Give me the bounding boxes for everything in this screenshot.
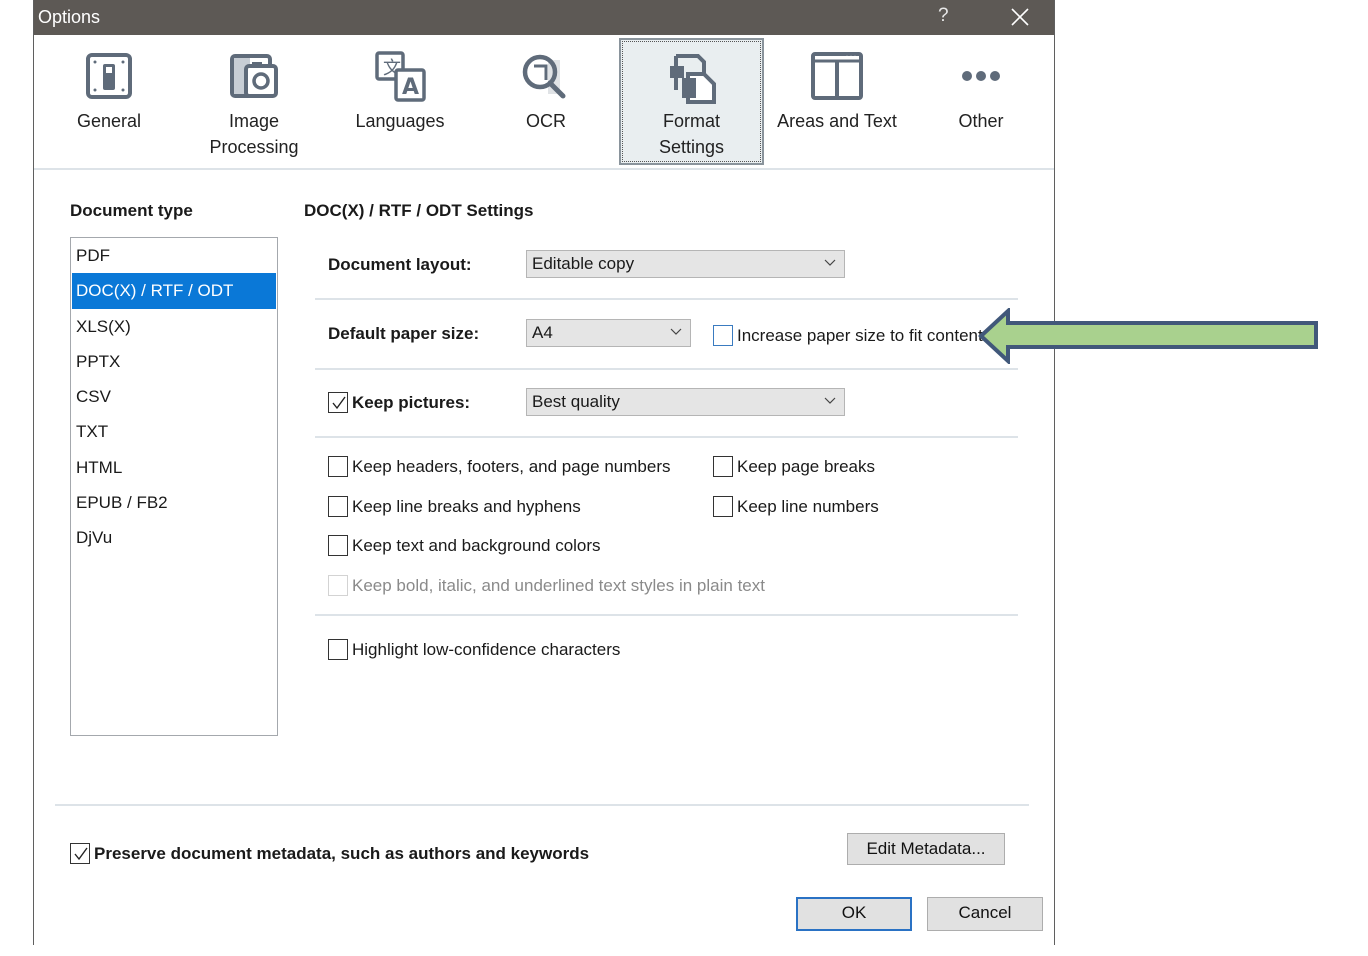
ocr-magnifier-icon bbox=[522, 54, 566, 99]
tab-ocr[interactable]: OCR bbox=[484, 38, 608, 165]
preserve-metadata-checkbox[interactable]: Preserve document metadata, such as auth… bbox=[70, 843, 589, 864]
translate-icon: 文 A bbox=[375, 51, 426, 102]
columns-layout-icon bbox=[811, 52, 863, 100]
checkbox-box[interactable] bbox=[713, 325, 733, 346]
option-label: Keep bold, italic, and underlined text s… bbox=[352, 575, 765, 595]
option-label: Keep line numbers bbox=[737, 496, 879, 516]
window-title: Options bbox=[38, 7, 101, 27]
options-dialog: Options ? General Image Processing 文 A L… bbox=[33, 0, 1055, 945]
keep-text-styles-checkbox: Keep bold, italic, and underlined text s… bbox=[328, 575, 765, 596]
document-layout-select[interactable]: Editable copy bbox=[526, 250, 845, 278]
checkmark-icon bbox=[332, 396, 346, 410]
doc-type-item[interactable]: TXT bbox=[72, 414, 276, 449]
checkbox-box[interactable] bbox=[328, 456, 348, 477]
divider bbox=[315, 298, 1018, 300]
keep-text-colors-checkbox[interactable]: Keep text and background colors bbox=[328, 535, 601, 556]
ok-button[interactable]: OK bbox=[796, 897, 912, 931]
divider bbox=[315, 436, 1018, 438]
preserve-metadata-label: Preserve document metadata, such as auth… bbox=[94, 843, 590, 863]
doc-type-item[interactable]: EPUB / FB2 bbox=[72, 485, 276, 520]
document-layout-label: Document layout: bbox=[328, 255, 472, 274]
keep-pictures-checkbox[interactable]: Keep pictures: bbox=[328, 392, 470, 413]
doc-type-item[interactable]: PPTX bbox=[72, 344, 276, 379]
option-label: Keep text and background colors bbox=[352, 535, 601, 555]
close-icon bbox=[1011, 8, 1029, 26]
checkbox-box[interactable] bbox=[328, 392, 348, 413]
keep-pictures-select[interactable]: Best quality bbox=[526, 388, 845, 416]
edit-metadata-button[interactable]: Edit Metadata... bbox=[847, 833, 1005, 865]
close-button[interactable] bbox=[1006, 4, 1034, 30]
title-bar: Options ? bbox=[34, 0, 1054, 35]
tab-label: General bbox=[76, 111, 142, 131]
options-tabs: General Image Processing 文 A Languages O… bbox=[34, 35, 1054, 170]
doc-type-item-selected[interactable]: DOC(X) / RTF / ODT bbox=[72, 273, 276, 309]
more-dots-icon bbox=[962, 71, 1000, 81]
cancel-button[interactable]: Cancel bbox=[927, 897, 1043, 931]
option-label: Keep page breaks bbox=[737, 456, 875, 476]
option-label: Highlight low-confidence characters bbox=[352, 639, 621, 659]
paper-size-value: A4 bbox=[532, 323, 553, 342]
document-type-heading: Document type bbox=[70, 201, 193, 220]
tab-image-processing[interactable]: Image Processing bbox=[192, 38, 316, 165]
paper-size-select[interactable]: A4 bbox=[526, 319, 691, 347]
doc-type-item[interactable]: XLS(X) bbox=[72, 309, 276, 344]
tab-label: Image Processing bbox=[209, 111, 299, 157]
tab-label: Languages bbox=[355, 111, 445, 131]
keep-line-numbers-checkbox[interactable]: Keep line numbers bbox=[713, 496, 879, 517]
checkmark-icon bbox=[74, 847, 88, 861]
document-layout-value: Editable copy bbox=[532, 254, 635, 273]
checkbox-box[interactable] bbox=[70, 843, 90, 864]
increase-paper-size-checkbox[interactable]: Increase paper size to fit content bbox=[713, 325, 983, 346]
increase-paper-size-label: Increase paper size to fit content bbox=[737, 325, 983, 345]
option-label: Keep line breaks and hyphens bbox=[352, 496, 581, 516]
keep-line-breaks-checkbox[interactable]: Keep line breaks and hyphens bbox=[328, 496, 581, 517]
checkbox-box[interactable] bbox=[713, 456, 733, 477]
checkbox-box[interactable] bbox=[713, 496, 733, 517]
footer-divider bbox=[55, 804, 1029, 806]
keep-pictures-value: Best quality bbox=[532, 392, 620, 411]
tab-general[interactable]: General bbox=[46, 38, 172, 165]
document-type-list[interactable]: PDF DOC(X) / RTF / ODT XLS(X) PPTX CSV T… bbox=[70, 237, 278, 736]
tab-label: Areas and Text bbox=[777, 111, 897, 131]
annotation-arrow bbox=[978, 308, 1318, 364]
format-documents-icon bbox=[669, 54, 716, 104]
highlight-low-confidence-checkbox[interactable]: Highlight low-confidence characters bbox=[328, 639, 620, 660]
paper-size-label: Default paper size: bbox=[328, 324, 480, 343]
checkbox-box[interactable] bbox=[328, 639, 348, 660]
keep-pictures-label: Keep pictures: bbox=[352, 392, 471, 412]
doc-type-item[interactable]: DjVu bbox=[72, 520, 276, 555]
tab-label: Format Settings bbox=[658, 111, 725, 157]
settings-heading: DOC(X) / RTF / ODT Settings bbox=[304, 201, 534, 220]
tab-format-settings[interactable]: Format Settings bbox=[619, 38, 764, 165]
switch-panel-icon bbox=[86, 53, 132, 99]
svg-text:A: A bbox=[402, 75, 419, 100]
tab-label: Other bbox=[958, 111, 1004, 131]
help-button[interactable]: ? bbox=[938, 5, 949, 27]
keep-headers-footers-checkbox[interactable]: Keep headers, footers, and page numbers bbox=[328, 456, 671, 477]
image-camera-icon bbox=[230, 54, 278, 98]
doc-type-item[interactable]: PDF bbox=[72, 238, 276, 273]
option-label: Keep headers, footers, and page numbers bbox=[352, 456, 671, 476]
tab-languages[interactable]: 文 A Languages bbox=[338, 38, 462, 165]
divider bbox=[315, 368, 1018, 370]
tab-label: OCR bbox=[526, 111, 566, 131]
chevron-down-icon bbox=[824, 397, 836, 404]
keep-page-breaks-checkbox[interactable]: Keep page breaks bbox=[713, 456, 875, 477]
tab-areas-and-text[interactable]: Areas and Text bbox=[774, 38, 900, 165]
chevron-down-icon bbox=[824, 259, 836, 266]
tab-other[interactable]: Other bbox=[920, 38, 1042, 165]
doc-type-item[interactable]: HTML bbox=[72, 450, 276, 485]
divider bbox=[315, 614, 1018, 616]
checkbox-box bbox=[328, 575, 348, 596]
doc-type-item[interactable]: CSV bbox=[72, 379, 276, 414]
checkbox-box[interactable] bbox=[328, 535, 348, 556]
checkbox-box[interactable] bbox=[328, 496, 348, 517]
chevron-down-icon bbox=[670, 328, 682, 335]
